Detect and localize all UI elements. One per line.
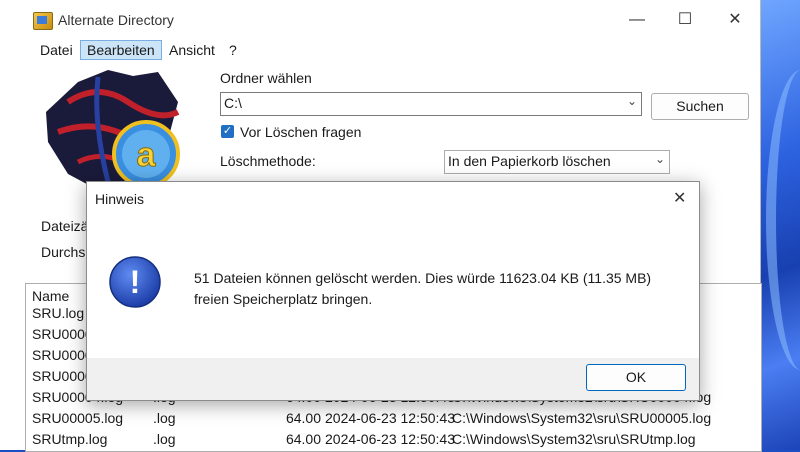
- minimize-button[interactable]: —: [614, 6, 660, 34]
- menu-item-ansicht[interactable]: Ansicht: [163, 40, 221, 60]
- delete-method-select[interactable]: In den Papierkorb löschen ⌄: [444, 150, 670, 174]
- desktop-wallpaper: [760, 0, 800, 450]
- menu-item-help[interactable]: ?: [223, 40, 243, 60]
- chevron-down-icon[interactable]: ⌄: [655, 152, 665, 166]
- file-name-cell: SRU00005.log: [32, 410, 124, 426]
- folder-combobox[interactable]: C:\ ⌄: [220, 92, 642, 116]
- file-ext-cell: .log: [153, 431, 176, 447]
- window-title: Alternate Directory: [58, 12, 174, 28]
- close-button[interactable]: ✕: [712, 6, 758, 34]
- dialog-close-button[interactable]: ✕: [673, 188, 686, 208]
- file-name-cell: SRUtmp.log: [32, 431, 108, 447]
- title-bar: Alternate Directory — ☐ ✕: [0, 0, 760, 40]
- delete-method-label: Löschmethode:: [220, 153, 316, 169]
- file-date-cell: 2024-06-23 12:50:43: [325, 431, 455, 447]
- file-row[interactable]: SRUtmp.log .log 64.00 2024-06-23 12:50:43 C:…: [26, 431, 761, 451]
- column-header-name[interactable]: Name: [32, 288, 69, 304]
- menu-item-bearbeiten[interactable]: Bearbeiten: [80, 40, 162, 60]
- information-icon: !: [109, 256, 161, 308]
- dialog-message: 51 Dateien können gelöscht werden. Dies …: [194, 270, 652, 307]
- dialog-title: Hinweis: [95, 191, 145, 207]
- search-button[interactable]: Suchen: [651, 93, 749, 120]
- folder-value: C:\: [224, 95, 242, 111]
- file-date-cell: 2024-06-23 12:50:43: [325, 410, 455, 426]
- notice-dialog: Hinweis ✕ ! 51 Dateien können gelöscht w…: [86, 181, 700, 401]
- svg-text:a: a: [137, 136, 157, 174]
- file-size-cell: 64.00: [285, 431, 321, 447]
- chevron-down-icon[interactable]: ⌄: [627, 94, 637, 108]
- menu-item-datei[interactable]: Datei: [34, 40, 79, 60]
- confirm-delete-label[interactable]: Vor Löschen fragen: [240, 124, 361, 140]
- folder-label: Ordner wählen: [220, 70, 312, 86]
- maximize-button[interactable]: ☐: [662, 6, 708, 34]
- file-row[interactable]: SRU00005.log .log 64.00 2024-06-23 12:50:43…: [26, 410, 761, 431]
- file-path-cell: C:\Windows\System32\sru\SRU00005.log: [452, 410, 712, 426]
- file-path-cell: C:\Windows\System32\sru\SRUtmp.log: [452, 431, 696, 447]
- file-ext-cell: .log: [153, 410, 176, 426]
- dialog-footer: OK: [87, 358, 699, 400]
- file-name-cell: SRU.log: [32, 305, 85, 321]
- confirm-delete-checkbox[interactable]: ✓: [221, 125, 234, 138]
- svg-text:!: !: [130, 264, 141, 300]
- file-size-cell: 64.00: [285, 410, 321, 426]
- app-icon: [33, 12, 53, 30]
- files-count-label: Dateizä: [41, 218, 89, 234]
- delete-method-value: In den Papierkorb löschen: [448, 153, 611, 169]
- ok-button[interactable]: OK: [586, 364, 686, 391]
